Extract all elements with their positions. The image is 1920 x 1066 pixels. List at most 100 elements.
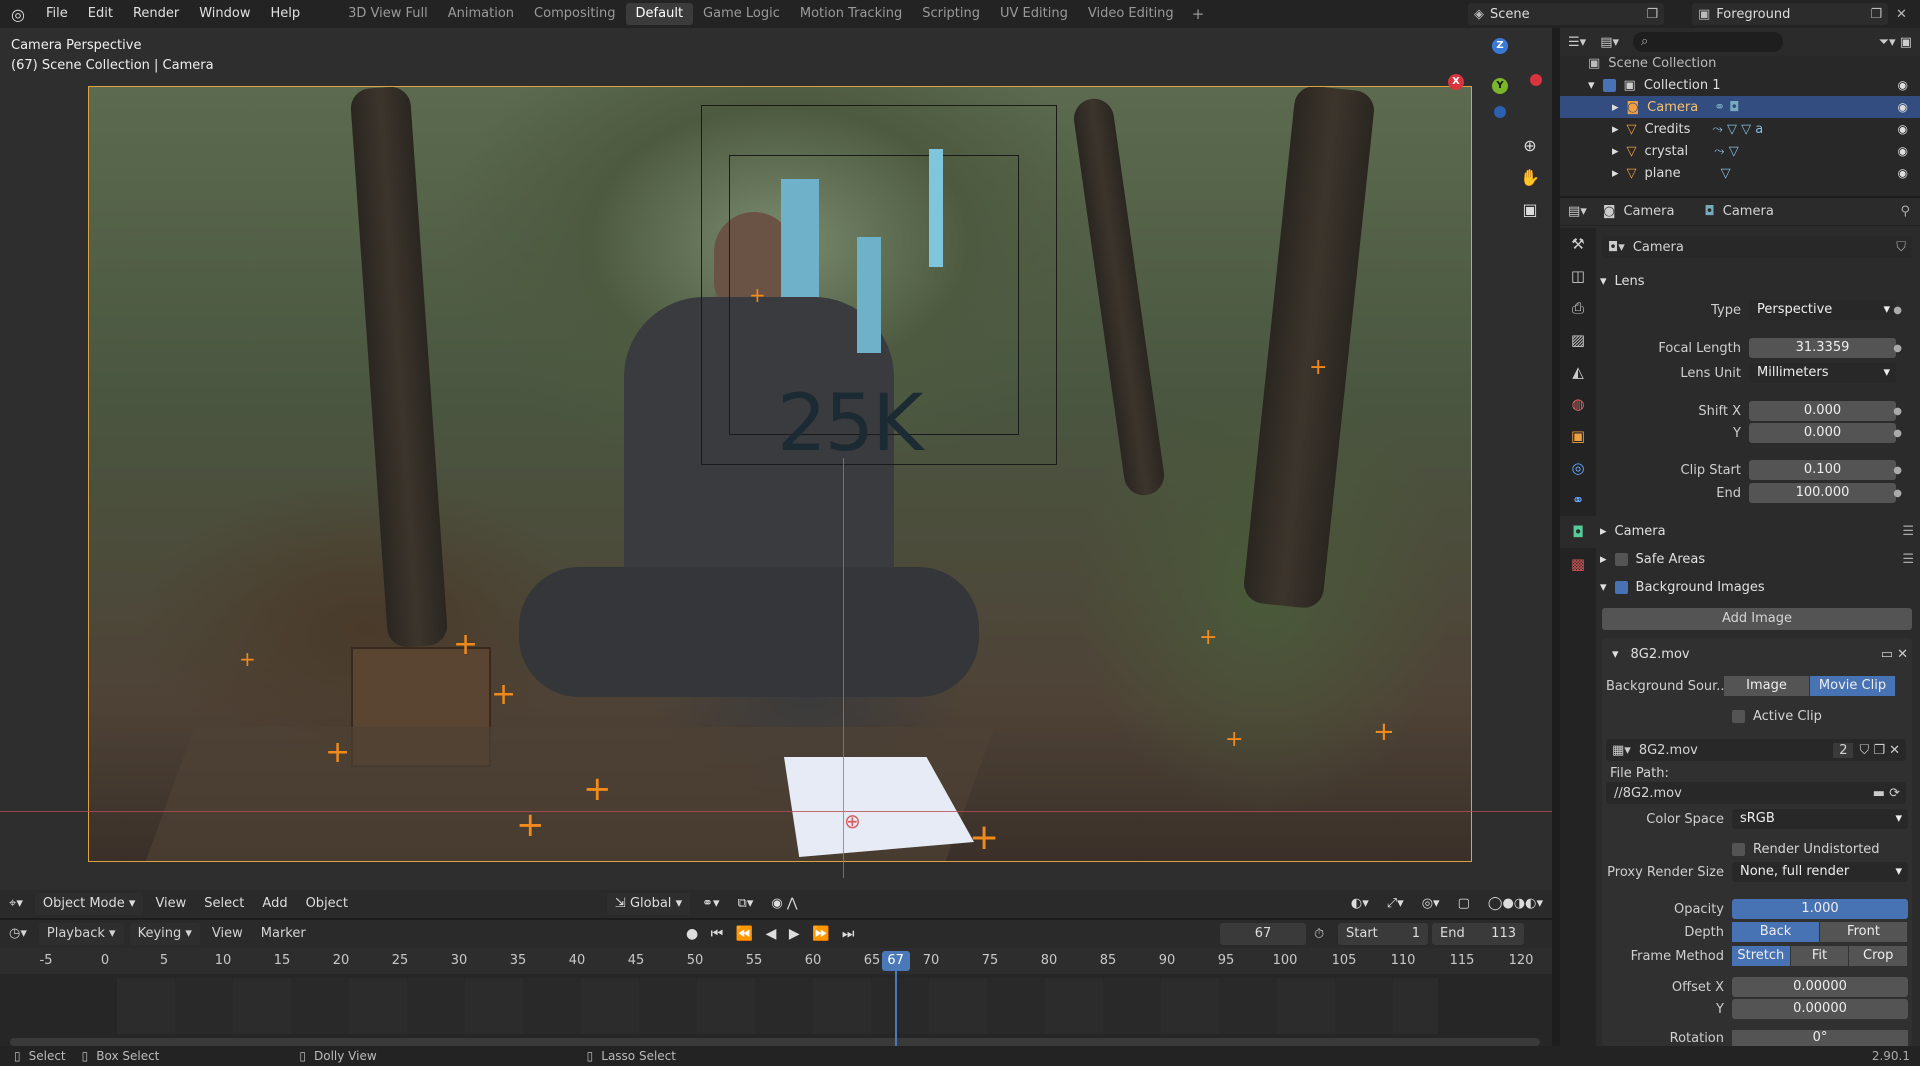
file-path-field[interactable]: //8G2.mov ▬ ⟳ (1606, 782, 1906, 804)
keyframe-dot-icon[interactable]: ● (1893, 343, 1902, 354)
scene-selector[interactable]: ◈ Scene ❐ (1468, 3, 1664, 25)
blender-logo-icon[interactable]: ◎ (0, 5, 36, 24)
menu-render[interactable]: Render (123, 0, 189, 28)
properties-editor-icon[interactable]: ▤▾ (1568, 204, 1587, 219)
keyframe-dot-icon[interactable]: ● (1893, 428, 1902, 439)
current-frame-indicator[interactable]: 67 (881, 951, 910, 971)
track-marker[interactable]: + (239, 647, 256, 671)
eye-icon[interactable]: ◉ (1898, 78, 1908, 92)
snap-icon[interactable]: ⧉▾ (729, 890, 763, 918)
lens-unit-dropdown[interactable]: Millimeters ▾ (1749, 363, 1896, 383)
pan-hand-icon[interactable]: ✋ (1516, 164, 1544, 192)
menu-view[interactable]: View (146, 890, 195, 918)
track-marker[interactable]: + (583, 769, 612, 809)
background-images-panel-header[interactable]: ▾ Background Images (1600, 574, 1914, 600)
shading-modes-icon[interactable]: ◯●◑◐▾ (1479, 890, 1552, 918)
render-undistorted-checkbox[interactable] (1732, 842, 1745, 856)
playback-menu[interactable]: Playback ▾ (38, 923, 124, 945)
keyframe-dot-icon[interactable]: ● (1893, 465, 1902, 476)
menu-view[interactable]: View (203, 920, 252, 948)
eye-icon[interactable]: ◉ (1898, 122, 1908, 136)
frame-ruler[interactable]: -5 0 5 10 15 20 25 30 35 40 45 50 55 60 65 67 70 75 80 85 90… (0, 948, 1552, 974)
neg-x-axis-icon[interactable] (1530, 74, 1542, 86)
xray-icon[interactable]: ▢ (1449, 890, 1479, 918)
add-image-button[interactable]: Add Image (1602, 608, 1912, 630)
keyframe-dot-icon[interactable]: ● (1893, 488, 1902, 499)
presets-icon[interactable]: ☰ (1902, 524, 1914, 539)
neg-z-axis-icon[interactable] (1494, 106, 1506, 118)
active-clip-checkbox[interactable] (1732, 709, 1745, 723)
track-marker[interactable]: + (749, 283, 766, 307)
camera-data-tab-icon[interactable]: ◘ (1560, 516, 1596, 548)
crystal-object[interactable] (781, 179, 819, 297)
output-tab-icon[interactable]: ⎙ (1560, 292, 1596, 324)
track-marker[interactable]: + (491, 677, 516, 712)
clip-end-field[interactable]: 100.000 (1749, 483, 1896, 503)
start-frame-field[interactable]: Start 1 (1338, 923, 1428, 945)
fake-user-icon[interactable]: ⛉ (1896, 240, 1906, 255)
clip-entry-header[interactable]: ▾ 8G2.mov ▭ ✕ (1612, 641, 1908, 667)
scene-tab-icon[interactable]: ◭ (1560, 356, 1596, 388)
outliner-collection-1[interactable]: ▾ ▣ Collection 1 ◉ (1560, 74, 1920, 96)
proxy-dropdown[interactable]: None, full render ▾ (1732, 862, 1908, 882)
menu-select[interactable]: Select (195, 890, 253, 918)
safe-areas-panel-header[interactable]: ▸ Safe Areas ☰ (1600, 546, 1914, 572)
tab-3d-view-full[interactable]: 3D View Full (338, 3, 438, 25)
current-frame-field[interactable]: 67 (1220, 923, 1306, 945)
overlay-toggle-icon[interactable]: ◎▾ (1413, 890, 1449, 918)
type-dropdown[interactable]: Perspective ▾ (1749, 300, 1896, 320)
frame-crop-option[interactable]: Crop (1849, 946, 1909, 966)
menu-edit[interactable]: Edit (78, 0, 123, 28)
track-marker[interactable]: + (1309, 355, 1327, 380)
outliner-item-credits[interactable]: ▸ ▽ Credits ⤳ ▽ ▽ a ◉ (1560, 118, 1920, 140)
object-tab-icon[interactable]: ▣ (1560, 420, 1596, 452)
view-layer-tab-icon[interactable]: ▨ (1560, 324, 1596, 356)
track-marker[interactable]: + (969, 817, 999, 858)
timeline-scrollbar[interactable] (10, 1038, 1540, 1046)
lens-panel-header[interactable]: ▾ Lens (1600, 268, 1914, 294)
y-axis-icon[interactable]: Y (1492, 78, 1508, 94)
color-space-dropdown[interactable]: sRGB ▾ (1732, 809, 1908, 829)
constraints-tab-icon[interactable]: ⚭ (1560, 484, 1596, 516)
editor-type-icon[interactable]: ⌖▾ (0, 890, 32, 918)
copy-icon[interactable]: ❐ (1864, 7, 1888, 22)
3d-viewport[interactable]: Camera Perspective (67) Scene Collection… (0, 28, 1552, 892)
tool-tab-icon[interactable]: ⚒ (1560, 228, 1596, 260)
expand-icon[interactable]: ▸ (1612, 144, 1619, 159)
tab-animation[interactable]: Animation (438, 3, 524, 25)
gizmo-toggle-icon[interactable]: ⤢▾ (1378, 890, 1413, 918)
presets-icon[interactable]: ☰ (1902, 552, 1914, 567)
safe-areas-checkbox[interactable] (1614, 552, 1628, 566)
menu-file[interactable]: File (36, 0, 78, 28)
orientation-dropdown[interactable]: ⇲ Global ▾ (606, 893, 691, 915)
eye-icon[interactable]: ◉ (1898, 100, 1908, 114)
eye-icon[interactable]: ◉ (1898, 166, 1908, 180)
track-marker[interactable]: + (1373, 717, 1395, 747)
clip-users-count[interactable]: 2 (1833, 742, 1854, 758)
display-mode-icon[interactable]: ▤▾ (1600, 35, 1619, 50)
outliner-item-crystal[interactable]: ▸ ▽ crystal ⤳ ▽ ◉ (1560, 140, 1920, 162)
focal-length-field[interactable]: 31.3359 (1749, 338, 1896, 358)
menu-help[interactable]: Help (261, 0, 311, 28)
playback-controls-icon[interactable]: ● ⏮ ⏪ ◀ ▶ ⏩ ⏭ (686, 926, 859, 942)
3d-cursor-icon[interactable]: ⊕ (844, 809, 861, 833)
menu-window[interactable]: Window (189, 0, 260, 28)
expand-icon[interactable]: ▸ (1612, 122, 1619, 137)
outliner-item-camera[interactable]: ▸ ◙ Camera ⚭ ◘ ◉ (1560, 96, 1920, 118)
track-marker[interactable]: + (453, 627, 478, 662)
timeline-area[interactable]: -5 0 5 10 15 20 25 30 35 40 45 50 55 60 65 67 70 75 80 85 90… (0, 948, 1552, 1048)
depth-back-option[interactable]: Back (1732, 922, 1820, 942)
track-marker[interactable]: + (1225, 727, 1243, 752)
z-axis-icon[interactable]: Z (1492, 38, 1508, 54)
keyframe-dot-icon[interactable]: ● (1893, 406, 1902, 417)
zoom-icon[interactable]: ⊕ (1516, 132, 1544, 160)
folder-icon[interactable]: ▬ ⟳ (1873, 786, 1900, 801)
visibility-icon[interactable]: ◐▾ (1342, 890, 1378, 918)
crystal-object[interactable] (929, 149, 943, 267)
outliner-search-input[interactable]: ⌕ (1633, 32, 1783, 52)
depth-front-option[interactable]: Front (1820, 922, 1908, 942)
camera-datablock-field[interactable]: ◘▾ Camera ⛉ (1602, 236, 1912, 258)
outliner-editor-icon[interactable]: ☰▾ (1568, 35, 1586, 50)
source-movie-clip-option[interactable]: Movie Clip (1810, 676, 1896, 696)
pivot-icon[interactable]: ⚭▾ (693, 890, 728, 918)
